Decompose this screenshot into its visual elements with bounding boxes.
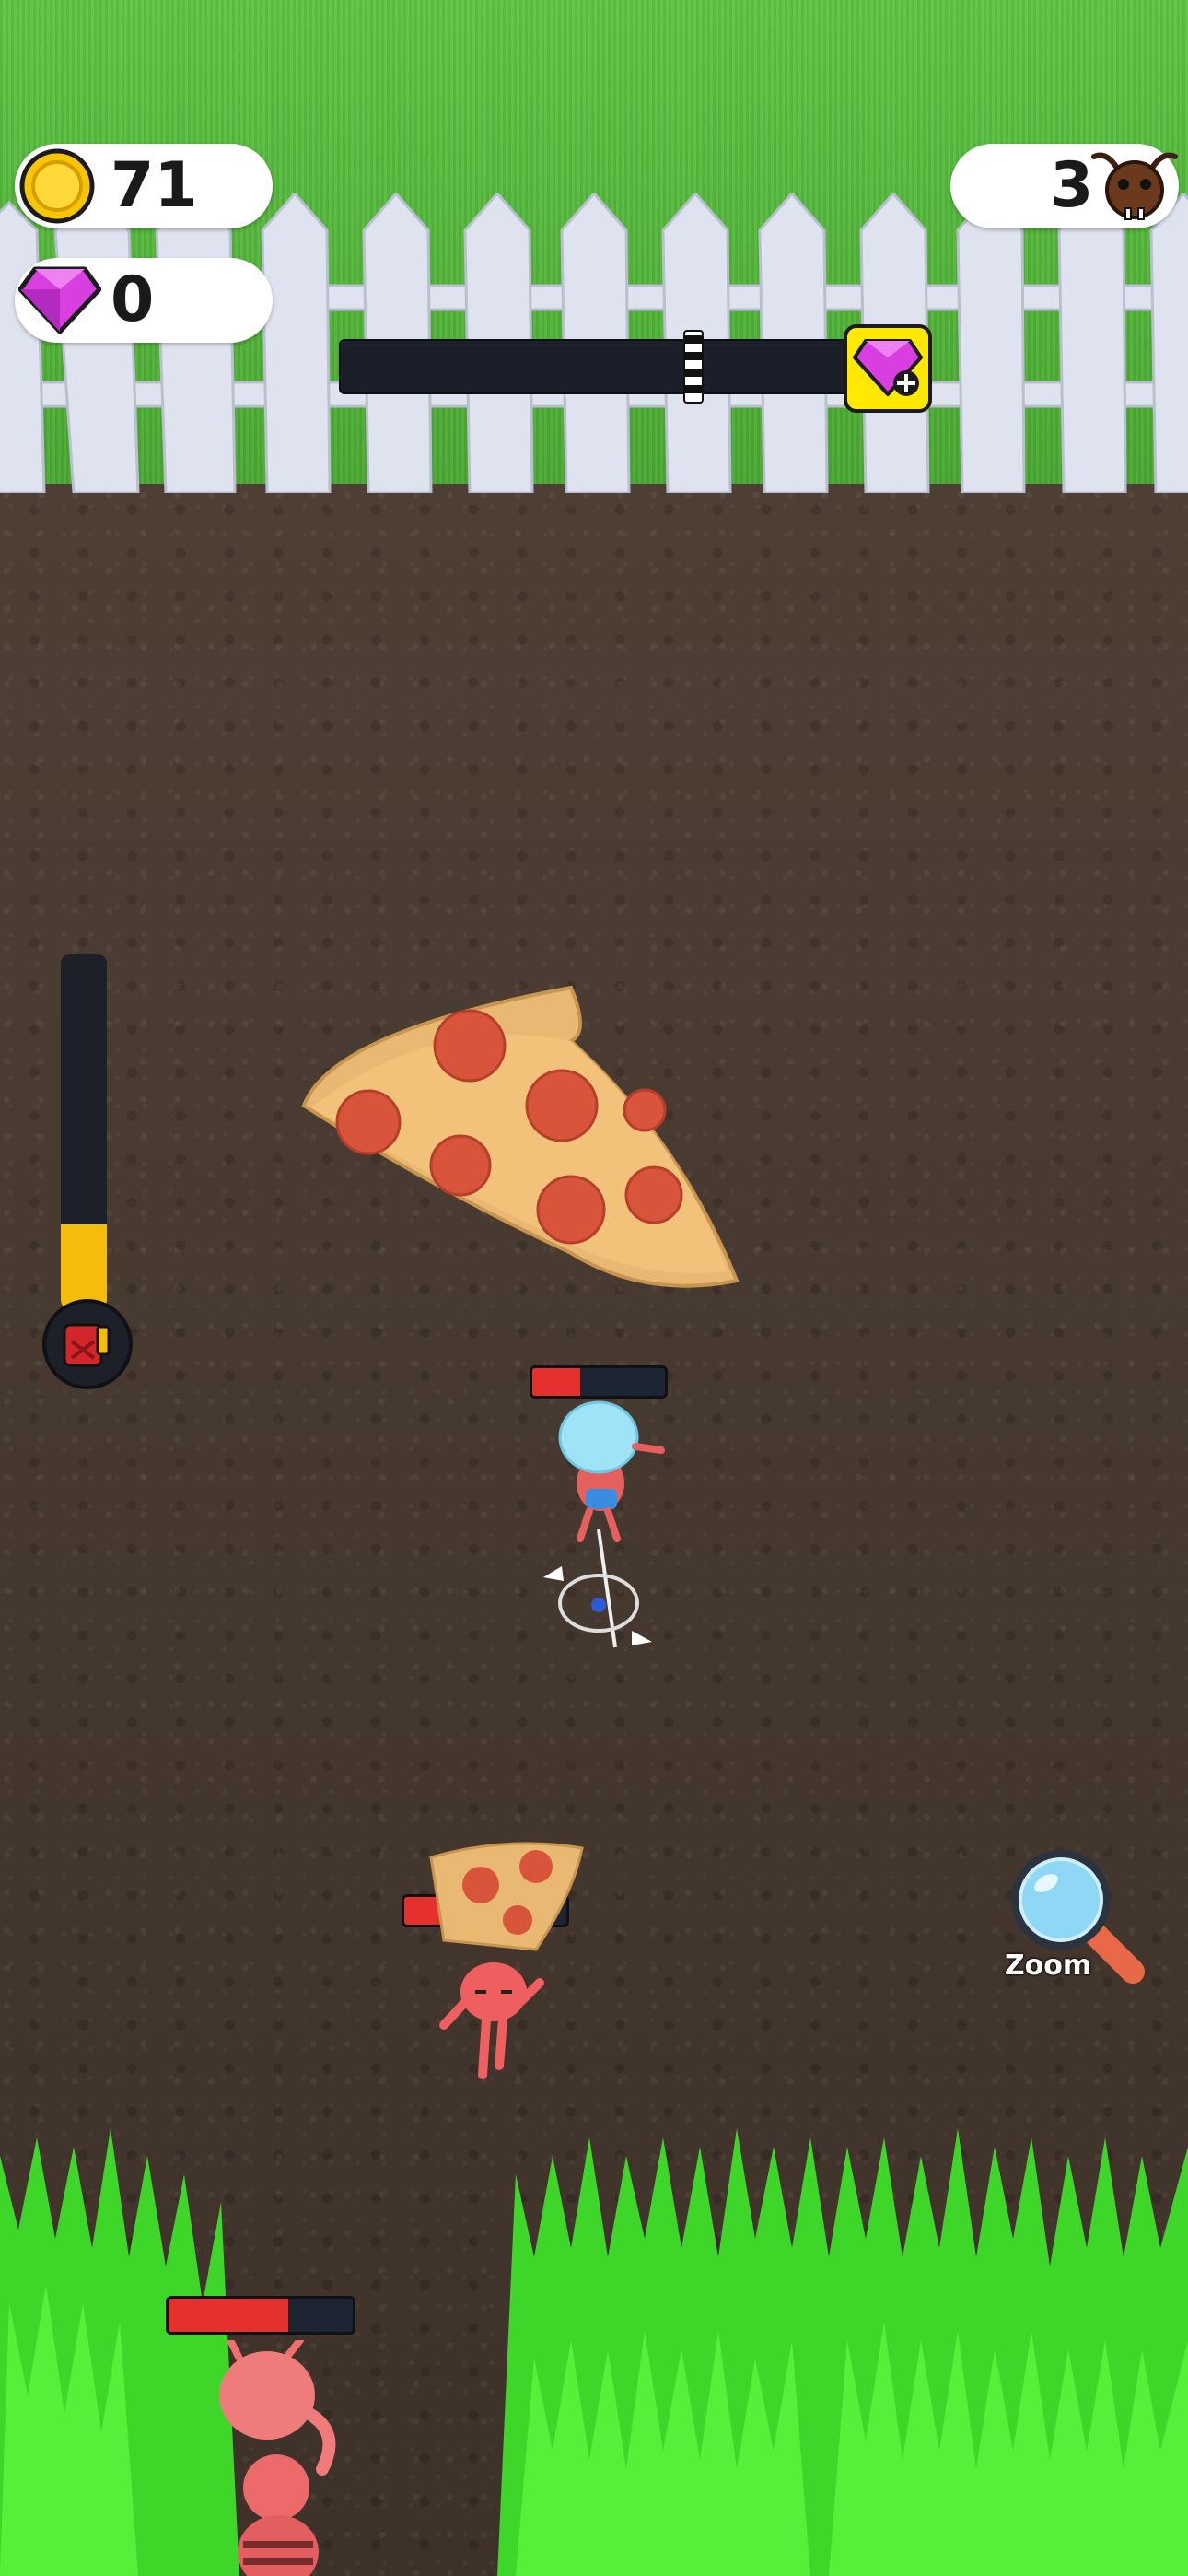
gem-plus-icon xyxy=(853,339,923,396)
ant-head-icon xyxy=(1091,152,1178,220)
pizza-slice xyxy=(301,985,740,1288)
gem-count: 0 xyxy=(111,263,155,336)
enemy-ant-health-bar xyxy=(166,2296,355,2335)
grass-patch xyxy=(0,2128,1188,2576)
fuel-can-icon xyxy=(42,1299,133,1389)
player-health-bar xyxy=(530,1365,668,1399)
gem-reward-button[interactable] xyxy=(844,324,932,413)
fuel-gauge xyxy=(61,954,107,1309)
enemy-ant[interactable] xyxy=(212,2340,350,2576)
progress-checkered-marker xyxy=(683,330,704,404)
enemy-ant-health-fill xyxy=(169,2299,288,2332)
zoom-label: Zoom xyxy=(1004,1950,1092,1982)
coin-icon xyxy=(19,148,95,224)
coin-count: 71 xyxy=(111,149,198,222)
gem-icon xyxy=(18,266,101,334)
player-ant[interactable] xyxy=(543,1400,672,1668)
ant-counter: 3 xyxy=(950,144,1179,228)
player-health-fill xyxy=(532,1368,580,1396)
gem-counter: 0 xyxy=(15,258,273,343)
enemy-ant[interactable] xyxy=(438,1937,549,2084)
ant-count: 3 xyxy=(1050,149,1094,222)
level-progress-bar xyxy=(339,339,858,394)
fuel-gauge-fill xyxy=(61,1224,107,1309)
coin-counter: 71 xyxy=(15,144,273,228)
